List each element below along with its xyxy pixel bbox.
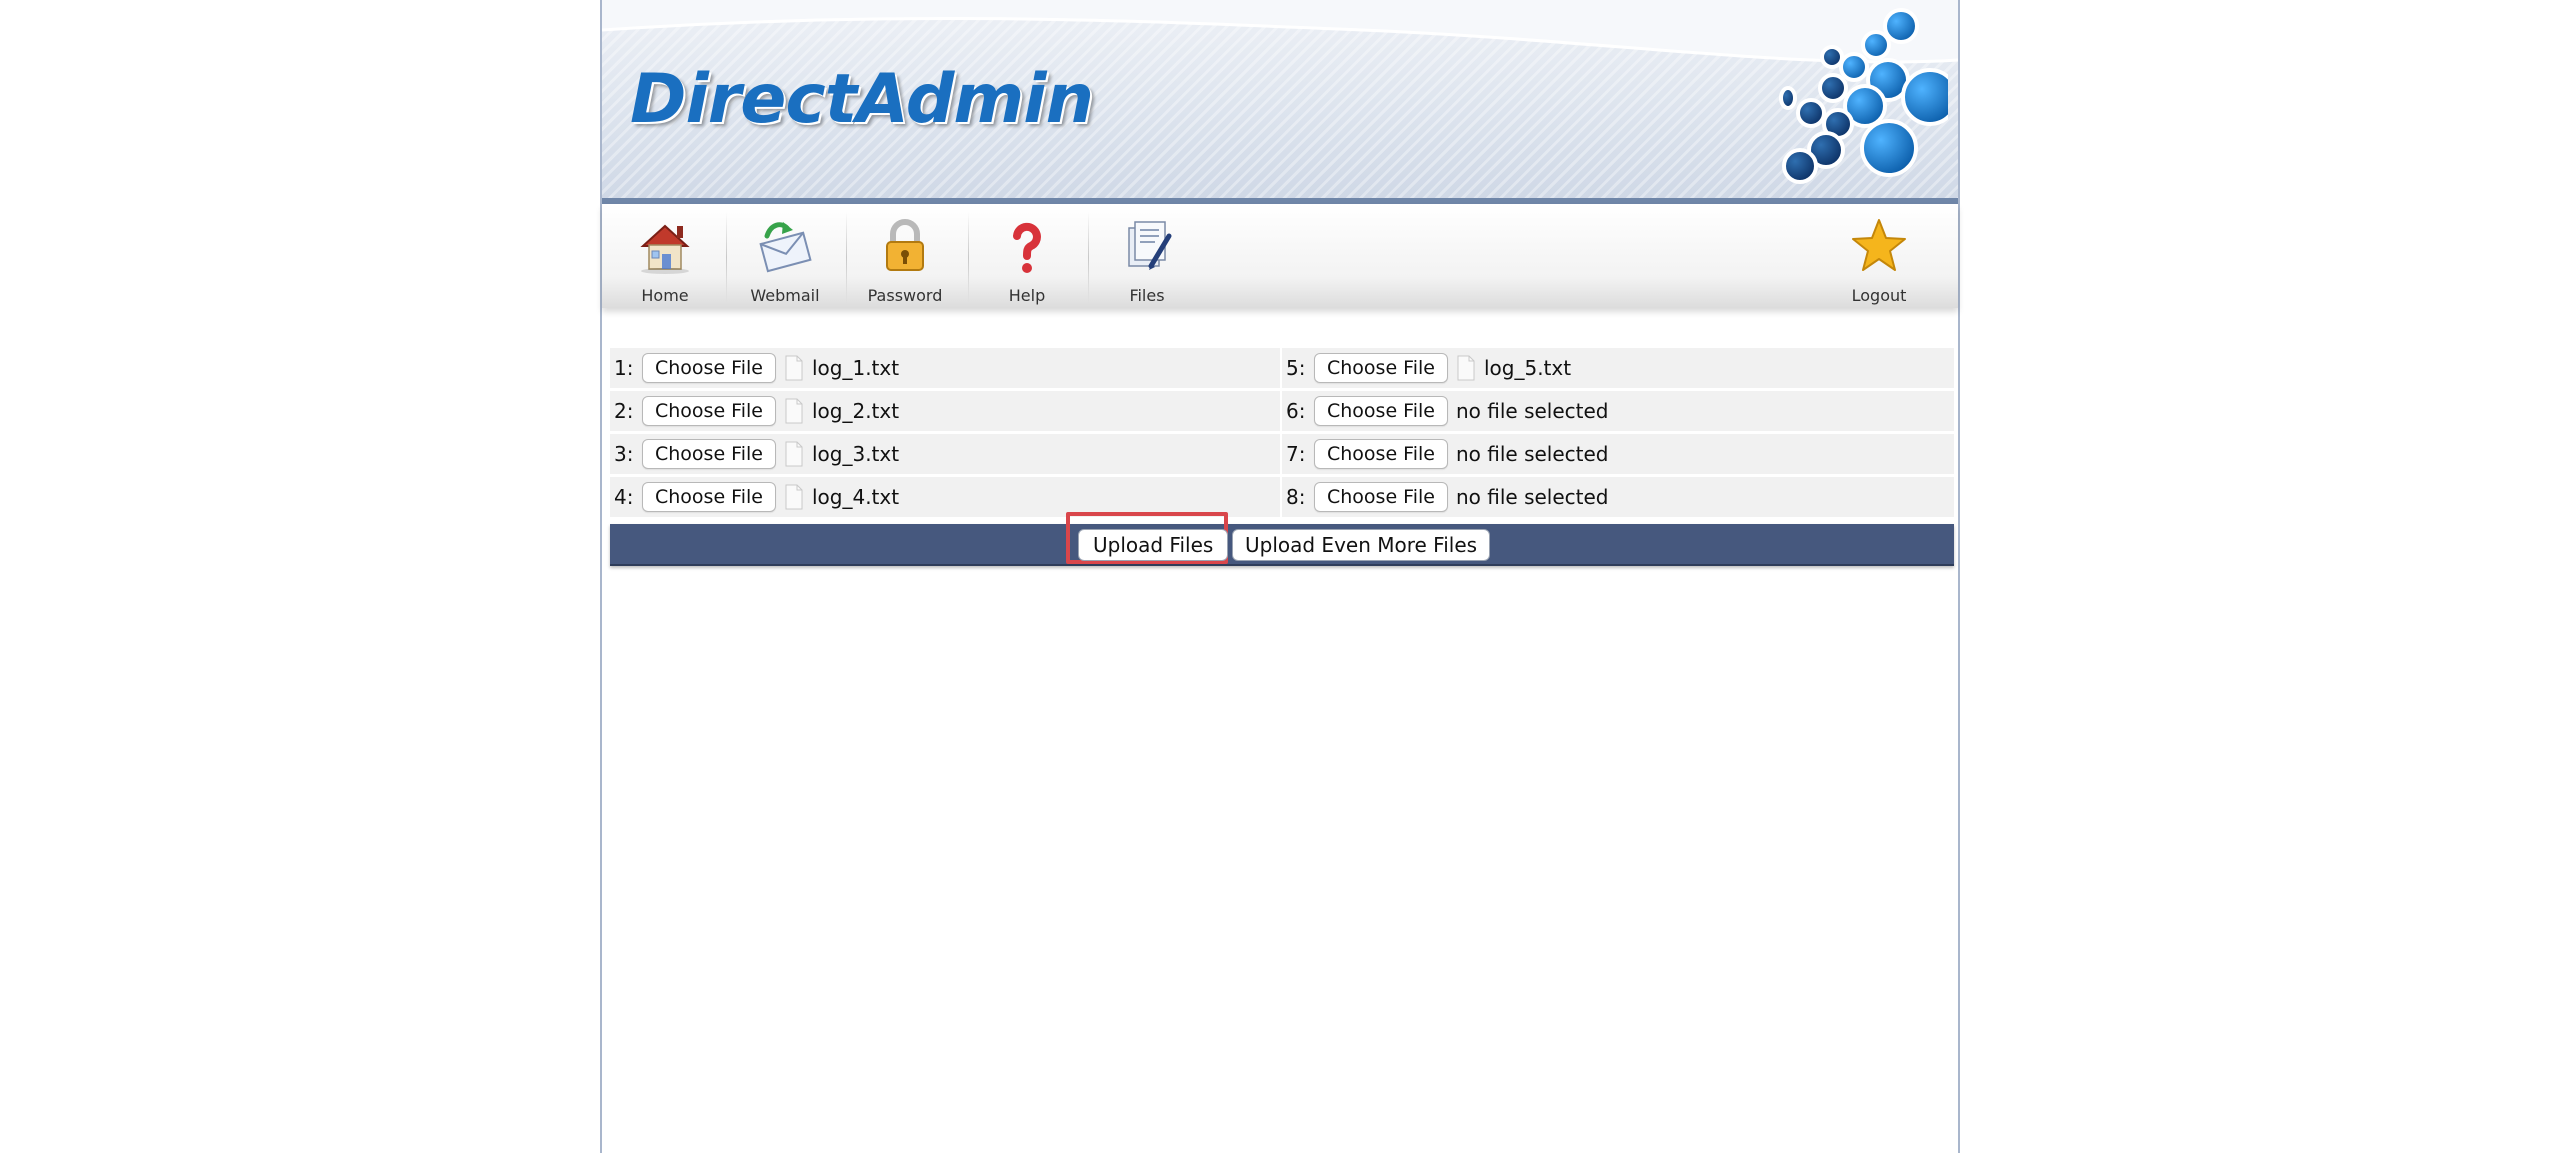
file-icon <box>1457 355 1475 381</box>
nav-item-logout[interactable]: Logout <box>1820 204 1938 308</box>
selected-file-name: log_4.txt <box>811 485 900 509</box>
upload-row: 3: Choose File log_3.txt 7: Choose File … <box>610 434 1954 477</box>
files-icon <box>1128 221 1172 270</box>
choose-file-button-1[interactable]: Choose File <box>642 353 776 383</box>
file-icon <box>785 441 803 467</box>
column-divider <box>1280 477 1282 517</box>
upload-even-more-files-button[interactable]: Upload Even More Files <box>1232 529 1491 561</box>
selected-file-name: log_1.txt <box>811 356 900 380</box>
file-slot-8: 8: Choose File no file selected <box>1286 477 1950 517</box>
nav-label-password: Password <box>867 286 943 305</box>
nav-label-logout: Logout <box>1851 286 1907 305</box>
file-slot-3: 3: Choose File log_3.txt <box>614 434 899 474</box>
upload-files-button[interactable]: Upload Files <box>1078 529 1229 561</box>
nav-item-help[interactable]: Help <box>968 204 1086 308</box>
nav-label-webmail: Webmail <box>750 286 820 305</box>
no-file-selected-text: no file selected <box>1455 399 1609 423</box>
column-divider <box>1280 434 1282 474</box>
file-slot-5: 5: Choose File log_5.txt <box>1286 348 1950 388</box>
file-icon <box>785 355 803 381</box>
nav-item-webmail[interactable]: Webmail <box>726 204 844 308</box>
choose-file-button-2[interactable]: Choose File <box>642 396 776 426</box>
file-icon <box>785 484 803 510</box>
header-banner: DirectAdmin <box>602 0 1958 200</box>
file-slot-4: 4: Choose File log_4.txt <box>614 477 899 517</box>
choose-file-button-7[interactable]: Choose File <box>1314 439 1448 469</box>
choose-file-button-8[interactable]: Choose File <box>1314 482 1448 512</box>
upload-row: 1: Choose File log_1.txt 5: Choose File … <box>610 348 1954 391</box>
slot-number: 5: <box>1286 356 1306 380</box>
selected-file-name: log_5.txt <box>1483 356 1572 380</box>
file-slot-2: 2: Choose File log_2.txt <box>614 391 899 431</box>
padlock-icon <box>886 219 924 271</box>
star-icon <box>1852 219 1906 271</box>
nav-item-password[interactable]: Password <box>846 204 964 308</box>
choose-file-button-3[interactable]: Choose File <box>642 439 776 469</box>
column-divider <box>1280 391 1282 431</box>
file-slot-6: 6: Choose File no file selected <box>1286 391 1950 431</box>
question-mark-icon <box>1013 222 1041 273</box>
nav-label-help: Help <box>1008 286 1046 305</box>
nav-label-home: Home <box>641 286 689 305</box>
file-slot-7: 7: Choose File no file selected <box>1286 434 1950 474</box>
nav-item-home[interactable]: Home <box>606 204 724 308</box>
slot-number: 7: <box>1286 442 1306 466</box>
no-file-selected-text: no file selected <box>1455 442 1609 466</box>
choose-file-button-6[interactable]: Choose File <box>1314 396 1448 426</box>
directadmin-logo[interactable]: DirectAdmin <box>630 60 1094 139</box>
file-icon <box>785 398 803 424</box>
slot-number: 3: <box>614 442 634 466</box>
slot-number: 6: <box>1286 399 1306 423</box>
house-icon <box>640 224 690 274</box>
nav-item-files[interactable]: Files <box>1088 204 1206 308</box>
column-divider <box>1280 348 1282 388</box>
slot-number: 2: <box>614 399 634 423</box>
choose-file-button-4[interactable]: Choose File <box>642 482 776 512</box>
selected-file-name: log_2.txt <box>811 399 900 423</box>
selected-file-name: log_3.txt <box>811 442 900 466</box>
no-file-selected-text: no file selected <box>1455 485 1609 509</box>
bubbles-logo-icon <box>1779 8 1948 184</box>
file-slot-1: 1: Choose File log_1.txt <box>614 348 899 388</box>
upload-row: 2: Choose File log_2.txt 6: Choose File … <box>610 391 1954 434</box>
nav-label-files: Files <box>1129 286 1165 305</box>
slot-number: 8: <box>1286 485 1306 509</box>
choose-file-button-5[interactable]: Choose File <box>1314 353 1448 383</box>
page-shell: DirectAdmin Home Webmail Password Help F… <box>600 0 1960 1153</box>
upload-row: 4: Choose File log_4.txt 8: Choose File … <box>610 477 1954 520</box>
nav-toolbar: Home Webmail Password Help Files Logout <box>602 204 1958 308</box>
upload-action-bar: Upload Files Upload Even More Files <box>610 512 1954 566</box>
slot-number: 1: <box>614 356 634 380</box>
slot-number: 4: <box>614 485 634 509</box>
mail-icon <box>759 222 812 273</box>
